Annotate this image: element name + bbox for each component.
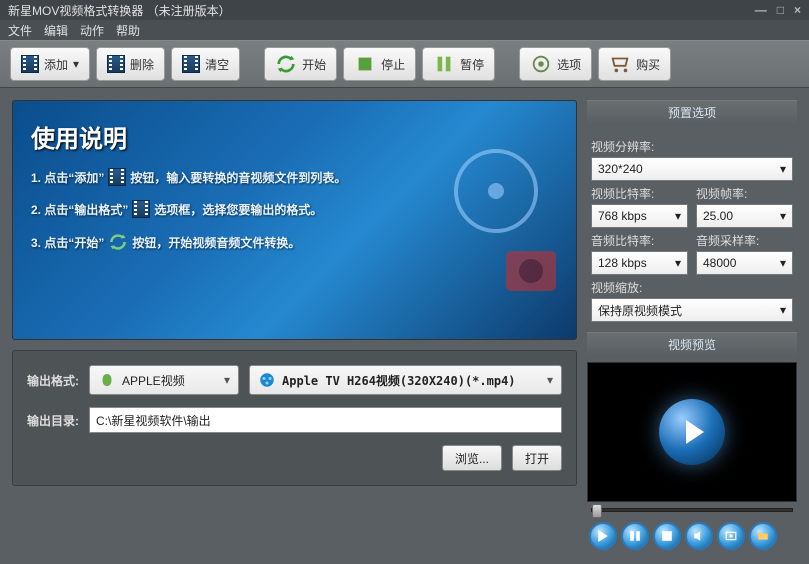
menu-bar: 文件 编辑 动作 帮助 — [0, 20, 809, 40]
cart-icon — [609, 53, 631, 75]
menu-action[interactable]: 动作 — [80, 22, 104, 38]
options-button[interactable]: 选项 — [519, 47, 592, 81]
toolbar: 添加▾ 删除 清空 开始 停止 暂停 选项 购买 — [0, 40, 809, 88]
preset-panel: 视频分辨率: 320*240▾ 视频比特率: 768 kbps▾ 视频帧率: 2… — [587, 130, 797, 326]
chevron-down-icon: ▾ — [73, 57, 79, 71]
pause-icon — [629, 530, 641, 542]
gear-icon — [530, 53, 552, 75]
output-format-select[interactable]: Apple TV H264视频(320X240)(*.mp4)▾ — [249, 365, 562, 395]
folder-button[interactable] — [749, 522, 777, 550]
buy-button[interactable]: 购买 — [598, 47, 671, 81]
preview-title: 视频预览 — [587, 332, 797, 356]
close-button[interactable]: × — [794, 3, 801, 17]
chevron-down-icon: ▾ — [780, 162, 786, 176]
delete-button[interactable]: 删除 — [96, 47, 165, 81]
refresh-icon — [275, 53, 297, 75]
audio-bitrate-select[interactable]: 128 kbps▾ — [591, 251, 688, 275]
play-button[interactable] — [589, 522, 617, 550]
format-icon — [258, 371, 276, 389]
add-button[interactable]: 添加▾ — [10, 47, 90, 81]
minimize-button[interactable]: — — [755, 3, 767, 17]
clear-button[interactable]: 清空 — [171, 47, 240, 81]
pause-button[interactable]: 暂停 — [422, 47, 495, 81]
stop-icon — [354, 53, 376, 75]
film-add-icon — [108, 168, 126, 186]
resolution-label: 视频分辨率: — [591, 138, 793, 155]
chevron-down-icon: ▾ — [675, 209, 681, 223]
audio-samplerate-select[interactable]: 48000▾ — [696, 251, 793, 275]
decoration-reel-icon — [446, 141, 566, 301]
snapshot-button[interactable] — [717, 522, 745, 550]
open-button[interactable]: 打开 — [512, 445, 562, 471]
window-controls: — □ × — [755, 3, 801, 17]
volume-button[interactable] — [685, 522, 713, 550]
output-panel: 输出格式: APPLE视频▾ Apple TV H264视频(320X240)(… — [12, 350, 577, 486]
camera-icon — [725, 530, 737, 542]
output-format-label: 输出格式: — [27, 372, 79, 389]
chevron-down-icon: ▾ — [780, 256, 786, 270]
start-button[interactable]: 开始 — [264, 47, 337, 81]
chevron-down-icon: ▾ — [224, 373, 230, 387]
output-category-select[interactable]: APPLE视频▾ — [89, 365, 239, 395]
menu-file[interactable]: 文件 — [8, 22, 32, 38]
audio-samplerate-label: 音频采样率: — [696, 232, 793, 249]
chevron-down-icon: ▾ — [780, 303, 786, 317]
film-delete-icon — [107, 55, 125, 73]
menu-help[interactable]: 帮助 — [116, 22, 140, 38]
video-fps-label: 视频帧率: — [696, 185, 793, 202]
refresh-icon — [108, 232, 128, 252]
video-bitrate-label: 视频比特率: — [591, 185, 688, 202]
play-orb-icon — [659, 399, 725, 465]
pause-button[interactable] — [621, 522, 649, 550]
film-clear-icon — [182, 55, 200, 73]
folder-icon — [757, 530, 769, 542]
menu-edit[interactable]: 编辑 — [44, 22, 68, 38]
video-fps-select[interactable]: 25.00▾ — [696, 204, 793, 228]
stop-player-button[interactable] — [653, 522, 681, 550]
film-icon — [132, 200, 150, 218]
video-scale-select[interactable]: 保持原视频模式▾ — [591, 298, 793, 322]
title-bar: 新星MOV视频格式转换器 （未注册版本） — □ × — [0, 0, 809, 20]
pause-icon — [433, 53, 455, 75]
instructions-panel: 使用说明 1. 点击“添加”按钮，输入要转换的音视频文件到列表。 2. 点击“输… — [12, 100, 577, 340]
player-controls — [587, 518, 797, 554]
chevron-down-icon: ▾ — [675, 256, 681, 270]
resolution-select[interactable]: 320*240▾ — [591, 157, 793, 181]
output-dir-label: 输出目录: — [27, 412, 79, 429]
chevron-down-icon: ▾ — [547, 373, 553, 387]
slider-thumb[interactable] — [592, 504, 602, 518]
video-preview — [587, 362, 797, 502]
preset-title: 预置选项 — [587, 100, 797, 124]
play-icon — [597, 530, 609, 542]
output-dir-input[interactable] — [89, 407, 562, 433]
apple-icon — [98, 371, 116, 389]
stop-icon — [661, 530, 673, 542]
stop-button[interactable]: 停止 — [343, 47, 416, 81]
video-bitrate-select[interactable]: 768 kbps▾ — [591, 204, 688, 228]
audio-bitrate-label: 音频比特率: — [591, 232, 688, 249]
browse-button[interactable]: 浏览... — [442, 445, 502, 471]
seek-slider[interactable] — [587, 508, 797, 512]
video-scale-label: 视频缩放: — [591, 279, 793, 296]
film-add-icon — [21, 55, 39, 73]
app-title: 新星MOV视频格式转换器 （未注册版本） — [8, 2, 231, 19]
chevron-down-icon: ▾ — [780, 209, 786, 223]
volume-icon — [693, 530, 705, 542]
maximize-button[interactable]: □ — [777, 3, 784, 17]
